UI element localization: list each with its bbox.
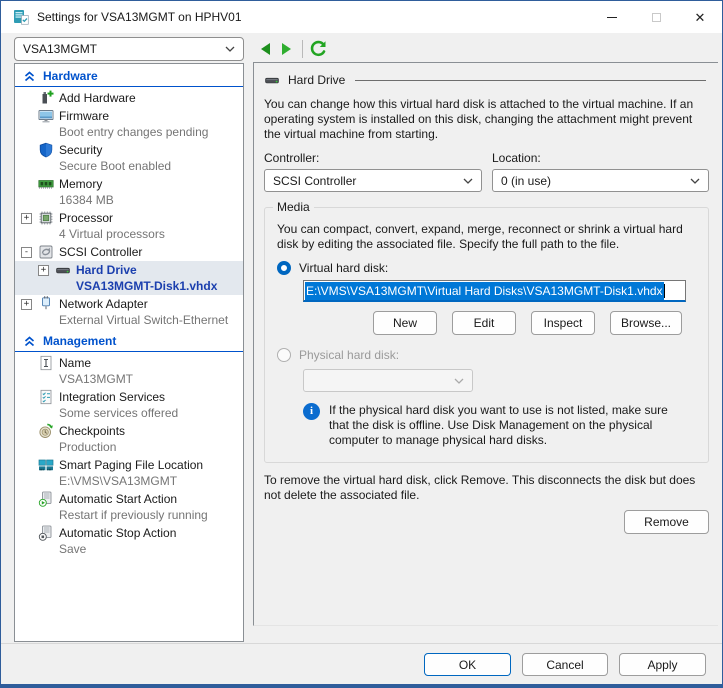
security-shield-icon xyxy=(38,142,54,158)
window-title: Settings for VSA13MGMT on HPHV01 xyxy=(37,10,242,24)
expand-icon[interactable]: + xyxy=(21,213,32,224)
vm-settings-icon xyxy=(13,9,29,25)
physical-disk-info-text: If the physical hard disk you want to us… xyxy=(329,403,688,448)
expand-icon[interactable]: + xyxy=(21,299,32,310)
add-hardware-icon xyxy=(38,90,54,106)
info-icon: i xyxy=(303,403,320,420)
smart-paging-icon xyxy=(38,457,54,473)
selected-text: E:\VMS\VSA13MGMT\Virtual Hard Disks\VSA1… xyxy=(305,282,664,300)
collapse-icon[interactable]: - xyxy=(21,247,32,258)
sidebar-item-auto-stop-action[interactable]: Automatic Stop Action Save xyxy=(15,524,243,558)
sidebar-item-firmware[interactable]: Firmware Boot entry changes pending xyxy=(15,107,243,141)
firmware-icon xyxy=(38,108,54,124)
checkpoints-icon xyxy=(38,423,54,439)
ok-button[interactable]: OK xyxy=(424,653,511,676)
vm-selector-value: VSA13MGMT xyxy=(23,42,225,56)
location-label: Location: xyxy=(492,151,709,165)
maximize-icon xyxy=(652,13,661,22)
sidebar-item-memory[interactable]: Memory 16384 MB xyxy=(15,175,243,209)
chevron-down-icon xyxy=(225,46,235,52)
collapse-chevron-icon xyxy=(24,336,35,347)
controller-dropdown[interactable]: SCSI Controller xyxy=(264,169,482,192)
minimize-icon xyxy=(607,17,617,18)
sidebar-item-name[interactable]: Name VSA13MGMT xyxy=(15,354,243,388)
chevron-down-icon xyxy=(454,378,464,384)
remove-note-text: To remove the virtual hard disk, click R… xyxy=(264,473,706,503)
inspect-button[interactable]: Inspect xyxy=(531,311,595,335)
scsi-controller-icon xyxy=(38,244,54,260)
controller-label: Controller: xyxy=(264,151,482,165)
hard-drive-settings-panel: Hard Drive You can change how this virtu… xyxy=(253,62,718,626)
panel-header: Hard Drive xyxy=(264,72,706,88)
expand-icon[interactable]: + xyxy=(38,265,49,276)
panel-title: Hard Drive xyxy=(288,73,345,87)
header-rule xyxy=(355,80,706,81)
sidebar-item-security[interactable]: Security Secure Boot enabled xyxy=(15,141,243,175)
section-label: Hardware xyxy=(43,69,98,83)
processor-icon xyxy=(38,210,54,226)
browse-button[interactable]: Browse... xyxy=(610,311,682,335)
hardware-nav-list: Hardware Add Hardware Firmware Boot entr… xyxy=(14,63,244,642)
media-groupbox: Media You can compact, convert, expand, … xyxy=(264,207,709,463)
sidebar-item-hard-drive[interactable]: + Hard Drive VSA13MGMT-Disk1.vhdx xyxy=(15,261,243,295)
refresh-button[interactable] xyxy=(310,40,327,57)
virtual-hard-disk-radio[interactable]: Virtual hard disk: xyxy=(277,261,696,275)
network-adapter-icon xyxy=(38,296,54,312)
toolbar-separator xyxy=(302,40,303,58)
cancel-button[interactable]: Cancel xyxy=(522,653,608,676)
sidebar-item-processor[interactable]: + Processor 4 Virtual processors xyxy=(15,209,243,243)
memory-icon xyxy=(38,176,54,192)
radio-selected-icon xyxy=(277,261,291,275)
edit-button[interactable]: Edit xyxy=(452,311,516,335)
hard-drive-icon xyxy=(264,72,280,88)
physical-disk-dropdown xyxy=(303,369,473,392)
rename-icon xyxy=(38,355,54,371)
integration-services-icon xyxy=(38,389,54,405)
location-dropdown[interactable]: 0 (in use) xyxy=(492,169,709,192)
navigate-forward-button[interactable] xyxy=(281,42,293,56)
toolbar: VSA13MGMT xyxy=(1,33,722,63)
section-hardware[interactable]: Hardware xyxy=(15,66,243,87)
sidebar-item-add-hardware[interactable]: Add Hardware xyxy=(15,89,243,107)
sidebar-item-smart-paging[interactable]: Smart Paging File Location E:\VMS\VSA13M… xyxy=(15,456,243,490)
sidebar-item-checkpoints[interactable]: Checkpoints Production xyxy=(15,422,243,456)
auto-stop-icon xyxy=(38,525,54,541)
close-icon: ✕ xyxy=(695,11,706,24)
hard-drive-icon xyxy=(55,262,71,278)
remove-button[interactable]: Remove xyxy=(624,510,709,534)
settings-dialog: Settings for VSA13MGMT on HPHV01 ✕ VSA13… xyxy=(0,0,723,688)
sidebar-item-integration-services[interactable]: Integration Services Some services offer… xyxy=(15,388,243,422)
physical-hard-disk-radio: Physical hard disk: xyxy=(277,348,696,362)
maximize-button xyxy=(634,1,678,33)
footer-separator xyxy=(1,643,722,644)
apply-button[interactable]: Apply xyxy=(619,653,706,676)
chevron-down-icon xyxy=(690,178,700,184)
text-caret xyxy=(664,284,665,298)
close-button[interactable]: ✕ xyxy=(678,1,722,33)
sidebar-item-network-adapter[interactable]: + Network Adapter External Virtual Switc… xyxy=(15,295,243,329)
section-label: Management xyxy=(43,334,116,348)
vm-selector-dropdown[interactable]: VSA13MGMT xyxy=(14,37,244,61)
chevron-down-icon xyxy=(463,178,473,184)
title-bar: Settings for VSA13MGMT on HPHV01 ✕ xyxy=(1,1,722,33)
vhd-path-input[interactable]: E:\VMS\VSA13MGMT\Virtual Hard Disks\VSA1… xyxy=(303,280,686,302)
collapse-chevron-icon xyxy=(24,71,35,82)
auto-start-icon xyxy=(38,491,54,507)
new-button[interactable]: New xyxy=(373,311,437,335)
media-intro-text: You can compact, convert, expand, merge,… xyxy=(277,222,696,252)
sidebar-item-scsi-controller[interactable]: - SCSI Controller xyxy=(15,243,243,261)
media-group-label: Media xyxy=(273,200,314,214)
panel-intro-text: You can change how this virtual hard dis… xyxy=(264,97,706,142)
navigate-back-button[interactable] xyxy=(259,42,271,56)
radio-disabled-icon xyxy=(277,348,291,362)
minimize-button[interactable] xyxy=(590,1,634,33)
section-management[interactable]: Management xyxy=(15,331,243,352)
sidebar-item-auto-start-action[interactable]: Automatic Start Action Restart if previo… xyxy=(15,490,243,524)
